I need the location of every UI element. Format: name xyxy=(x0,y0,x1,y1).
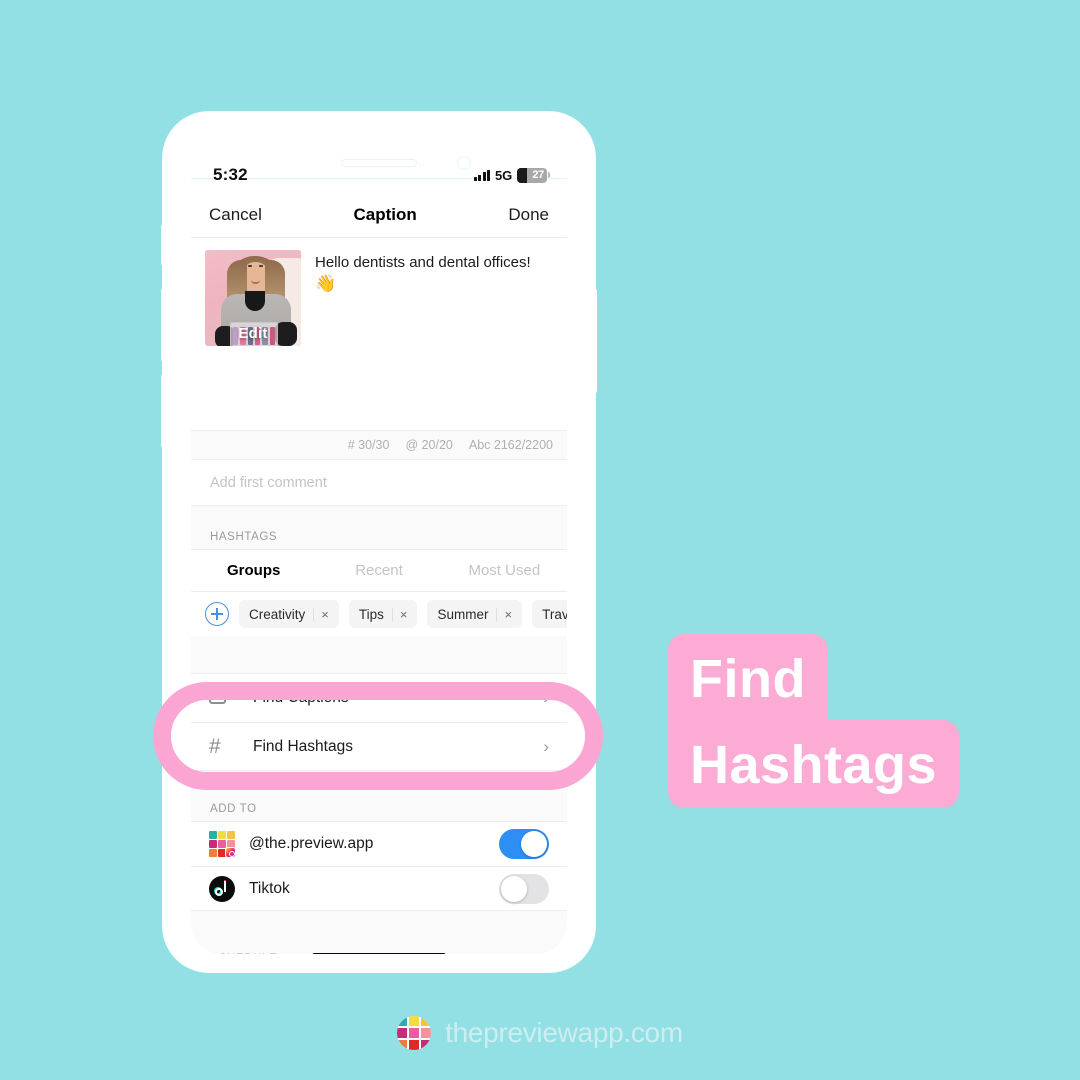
status-indicators: 5G 27 xyxy=(473,167,550,183)
menu-spacer xyxy=(191,770,567,792)
home-indicator[interactable] xyxy=(312,953,446,954)
tab-recent[interactable]: Recent xyxy=(316,562,441,579)
tab-groups[interactable]: Groups xyxy=(191,562,316,579)
find-hashtags-row[interactable]: # Find Hashtags › xyxy=(191,722,567,770)
add-to-section-label: ADD TO xyxy=(210,803,257,815)
post-thumbnail[interactable]: Edit xyxy=(205,250,301,346)
instagram-account-label: @the.preview.app xyxy=(249,835,374,852)
chip-label: Tips xyxy=(358,606,384,622)
caption-box-icon xyxy=(209,692,239,704)
phone-screen: 5:32 5G 27 Cancel Caption Done Edit Hell… xyxy=(191,130,567,954)
character-counter: Abc 2162/2200 xyxy=(468,438,553,452)
tiktok-account-label: Tiktok xyxy=(249,879,290,897)
preview-grid-logo xyxy=(397,1016,432,1050)
hashtags-section-label: HASHTAGS xyxy=(210,531,278,543)
chip-remove-icon[interactable]: × xyxy=(313,607,337,621)
instagram-toggle[interactable] xyxy=(499,829,549,859)
done-button[interactable]: Done xyxy=(508,205,549,225)
chevron-right-icon: › xyxy=(543,688,549,707)
hashtag-group-chips: Creativity × Tips × Summer × Trav xyxy=(191,592,567,636)
phone-mockup: 5:32 5G 27 Cancel Caption Done Edit Hell… xyxy=(161,112,597,972)
first-comment-placeholder: Add first comment xyxy=(210,474,327,491)
hashtag-counter: # 30/30 xyxy=(347,438,390,452)
footer-website-text: thepreviewapp.com xyxy=(445,1017,683,1048)
footer-watermark: thepreviewapp.com xyxy=(0,1016,1080,1050)
callout-find-hashtags: Find Hashtags xyxy=(668,634,960,808)
tab-most-used[interactable]: Most Used xyxy=(442,562,567,579)
cancel-button[interactable]: Cancel xyxy=(209,205,262,225)
status-bar: 5:32 5G 27 xyxy=(191,160,567,190)
find-hashtags-label: Find Hashtags xyxy=(253,737,353,755)
plus-circle-icon[interactable] xyxy=(205,602,229,626)
account-row-instagram[interactable]: @the.preview.app xyxy=(191,822,567,866)
chip-label: Creativity xyxy=(249,606,306,622)
instagram-badge-icon xyxy=(225,847,236,858)
battery-icon: 27 xyxy=(517,167,550,183)
tiktok-icon xyxy=(209,875,235,902)
chip-creativity[interactable]: Creativity × xyxy=(239,600,339,628)
preview-instagram-icon xyxy=(209,831,236,858)
callout-line-1: Find xyxy=(668,634,828,722)
signal-strength-icon xyxy=(473,169,491,181)
phone-body: 5:32 5G 27 Cancel Caption Done Edit Hell… xyxy=(163,112,595,972)
status-time: 5:32 xyxy=(213,165,248,184)
chip-remove-icon[interactable]: × xyxy=(496,607,520,621)
schedule-section-label: SCHEDULE xyxy=(210,953,277,954)
battery-level-label: 27 xyxy=(532,169,544,181)
chip-label: Summer xyxy=(437,606,489,622)
first-comment-field[interactable]: Add first comment xyxy=(191,460,567,506)
thumbnail-edit-button[interactable]: Edit xyxy=(205,325,301,342)
hashtag-tabs: Groups Recent Most Used xyxy=(191,550,567,592)
callout-line-2: Hashtags xyxy=(668,720,960,808)
chip-travel[interactable]: Trav xyxy=(532,600,567,628)
navigation-bar: Cancel Caption Done xyxy=(191,192,567,238)
add-to-section-header: ADD TO xyxy=(191,792,567,822)
caption-text-value: Hello dentists and dental offices! xyxy=(315,254,531,271)
hash-icon: # xyxy=(209,734,221,758)
chip-summer[interactable]: Summer × xyxy=(427,600,523,628)
caption-editor: Edit Hello dentists and dental offices! … xyxy=(191,238,567,430)
caption-counters: # 30/30 @ 20/20 Abc 2162/2200 xyxy=(191,430,567,460)
find-captions-row[interactable]: Find Captions › xyxy=(191,674,567,722)
network-type-label: 5G xyxy=(495,167,512,183)
mention-counter: @ 20/20 xyxy=(405,438,453,452)
chip-remove-icon[interactable]: × xyxy=(391,607,416,621)
add-to-spacer xyxy=(191,910,567,942)
tiktok-toggle[interactable] xyxy=(499,873,549,904)
hashtags-section-header: HASHTAGS xyxy=(191,506,567,550)
chevron-right-icon: › xyxy=(543,736,549,756)
chip-tips[interactable]: Tips × xyxy=(348,600,418,628)
account-row-tiktok[interactable]: Tiktok xyxy=(191,866,567,910)
find-captions-label: Find Captions xyxy=(253,689,349,706)
chip-label: Trav xyxy=(542,606,567,622)
caption-text-input[interactable]: Hello dentists and dental offices! 👋 xyxy=(315,250,531,418)
page-title: Caption xyxy=(353,204,417,224)
caption-emoji: 👋 xyxy=(315,274,337,294)
hashtags-spacer xyxy=(191,636,567,674)
